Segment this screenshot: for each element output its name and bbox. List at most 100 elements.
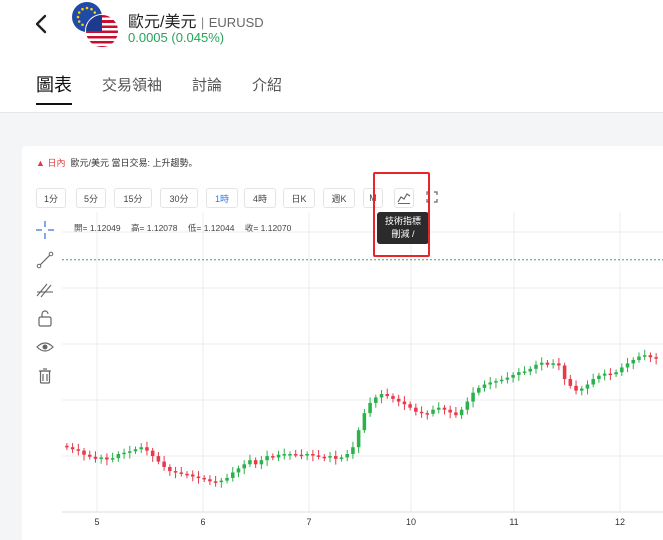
candle-body <box>442 407 447 410</box>
candle-body <box>293 454 298 456</box>
candle-body <box>436 407 441 410</box>
trendline-tool[interactable] <box>35 250 55 270</box>
candle-body <box>213 481 218 483</box>
candle-body <box>87 454 92 457</box>
timeframe-daily[interactable]: 日K <box>283 188 315 208</box>
timeframe-4h[interactable]: 4時 <box>244 188 276 208</box>
x-tick-label: 11 <box>509 517 518 527</box>
timeframe-5m[interactable]: 5分 <box>76 188 106 208</box>
timeframe-weekly[interactable]: 週K <box>323 188 355 208</box>
candle-body <box>311 454 315 456</box>
candle-body <box>173 471 178 473</box>
candle-body <box>557 363 561 366</box>
eye-icon <box>36 342 54 352</box>
candle-body <box>328 456 332 458</box>
candle-body <box>477 387 481 393</box>
annotation-highlight-box <box>373 172 430 257</box>
candle-body <box>271 456 275 458</box>
candle-body <box>128 451 132 453</box>
visibility-tool[interactable] <box>35 337 55 357</box>
candle-body <box>517 372 521 375</box>
candle-body <box>196 476 201 479</box>
fib-icon <box>36 283 53 298</box>
candle-body <box>391 396 395 399</box>
timeframe-1h[interactable]: 1時 <box>206 188 238 208</box>
x-tick-label: 5 <box>94 517 99 527</box>
x-tick-label: 12 <box>615 517 625 527</box>
trend-up-marker: ▲ <box>36 158 45 168</box>
candle-body <box>168 467 172 472</box>
crosshair-icon <box>36 221 54 239</box>
candle-body <box>185 473 189 476</box>
delete-tool[interactable] <box>35 366 55 386</box>
candle-body <box>333 456 338 459</box>
pair-ticker: EURUSD <box>208 15 264 30</box>
candle-body <box>145 447 149 451</box>
x-tick-label: 6 <box>200 517 205 527</box>
fib-tool[interactable] <box>35 280 55 300</box>
price-chart[interactable]: 5 6 7 10 11 12 <box>62 212 663 540</box>
candle-body <box>408 404 412 408</box>
candle-body <box>419 411 424 414</box>
candle-body <box>425 413 430 415</box>
candle-body <box>99 457 103 459</box>
candle-body <box>282 454 287 456</box>
candle-body <box>362 413 367 431</box>
candle-body <box>488 382 492 385</box>
currency-flags <box>72 2 119 48</box>
candle-body <box>208 479 212 482</box>
tab-chart[interactable]: 圖表 <box>36 71 72 105</box>
candle-body <box>482 384 487 388</box>
back-button[interactable] <box>30 11 54 37</box>
crosshair-tool[interactable] <box>35 220 55 240</box>
candle-body <box>110 458 115 460</box>
tab-trading-leaders[interactable]: 交易領袖 <box>102 74 162 105</box>
candle-body <box>465 401 470 410</box>
candle-body <box>414 407 418 412</box>
candle-body <box>471 392 475 402</box>
candle-body <box>339 457 344 459</box>
candle-body <box>133 449 138 452</box>
tab-introduction[interactable]: 介紹 <box>252 74 282 105</box>
candle-body <box>597 375 601 380</box>
candle-body <box>637 356 641 360</box>
x-tick-label: 10 <box>406 517 416 527</box>
lock-tool[interactable] <box>35 308 55 328</box>
trash-icon <box>39 368 51 384</box>
candle-body <box>299 454 304 457</box>
price-change: 0.0005 (0.045%) <box>128 30 225 45</box>
candle-body <box>202 477 206 480</box>
candle-body <box>156 456 161 462</box>
timeframe-30m[interactable]: 30分 <box>160 188 198 208</box>
candle-body <box>505 377 510 380</box>
candle-body <box>574 385 578 391</box>
candle-body <box>642 355 647 357</box>
timeframe-15m[interactable]: 15分 <box>114 188 152 208</box>
candle-body <box>625 363 630 368</box>
candle-body <box>93 456 98 459</box>
candle-body <box>231 472 235 478</box>
candle-body <box>448 409 452 413</box>
candle-body <box>276 454 281 458</box>
candle-body <box>620 367 624 373</box>
candle-body <box>579 388 584 391</box>
candle-body <box>356 430 361 448</box>
trend-summary: ▲ 日內 歐元/美元 當日交易: 上升趨勢。 <box>36 156 197 169</box>
candle-body <box>248 460 252 465</box>
timeframe-1m[interactable]: 1分 <box>36 188 66 208</box>
candle-body <box>522 371 527 374</box>
tab-discussion[interactable]: 討論 <box>192 74 222 105</box>
candle-body <box>385 394 390 397</box>
candle-body <box>322 456 327 459</box>
us-flag-icon <box>85 14 119 48</box>
candle-body <box>431 409 435 414</box>
x-tick-label: 7 <box>306 517 311 527</box>
candle-body <box>139 447 144 450</box>
candle-body <box>602 373 607 376</box>
candle-body <box>162 461 166 467</box>
candle-body <box>253 460 258 465</box>
candle-body <box>591 379 595 385</box>
candle-body <box>65 445 69 448</box>
candle-body <box>654 357 658 359</box>
candle-body <box>351 447 355 455</box>
